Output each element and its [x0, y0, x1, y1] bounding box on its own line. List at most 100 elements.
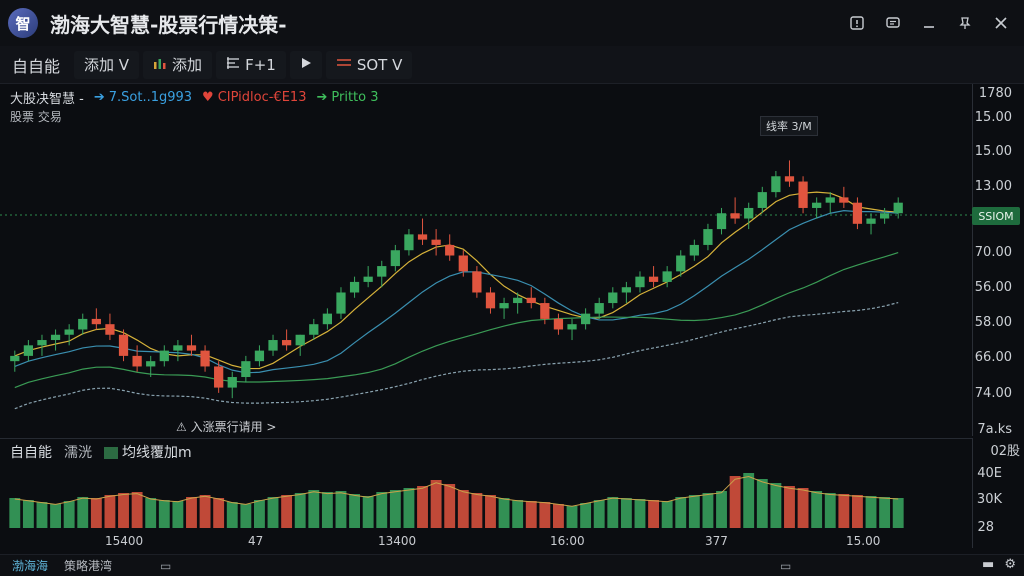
candle[interactable] [132, 345, 142, 372]
volume-bar[interactable] [525, 501, 537, 528]
candle[interactable] [404, 229, 414, 256]
candle[interactable] [23, 340, 34, 362]
volume-bar[interactable] [294, 493, 306, 528]
volume-bar[interactable] [593, 500, 605, 528]
volume-bar[interactable] [824, 493, 836, 528]
price-chart[interactable]: 大股决智慧 - ➔ 7.Sot..1g993 ♥ CIPidloc-€E13 ➔… [0, 84, 1024, 444]
volume-chart[interactable] [0, 462, 972, 532]
price-chart-canvas[interactable] [0, 84, 972, 436]
candle[interactable] [485, 287, 496, 314]
candle[interactable] [159, 345, 169, 367]
candle[interactable] [390, 244, 400, 272]
volume-bar[interactable] [430, 480, 442, 528]
volume-bar[interactable] [335, 491, 347, 528]
volume-bar[interactable] [240, 504, 252, 528]
volume-bar[interactable] [281, 495, 293, 528]
volume-bar[interactable] [552, 504, 564, 528]
volume-bar[interactable] [349, 494, 361, 528]
tool-self-select[interactable]: 自自能 [2, 51, 70, 79]
volume-bar[interactable] [879, 497, 891, 528]
volume-bar[interactable] [688, 495, 700, 528]
candle[interactable] [472, 266, 482, 298]
volume-bar[interactable] [634, 499, 646, 528]
candle[interactable] [37, 334, 47, 356]
candle[interactable] [839, 186, 849, 208]
volume-bar[interactable] [892, 498, 904, 528]
volume-bar[interactable] [145, 498, 157, 528]
candle[interactable] [91, 308, 101, 330]
candle[interactable] [716, 207, 727, 235]
candle[interactable] [526, 287, 536, 309]
pin-icon[interactable] [950, 8, 980, 38]
candle[interactable] [784, 160, 795, 187]
volume-tab-2[interactable]: 濡洸 [64, 442, 92, 462]
volume-bar[interactable] [172, 501, 184, 528]
legend-series-2[interactable]: ♥ CIPidloc-€E13 [202, 90, 306, 105]
candle[interactable] [431, 229, 441, 256]
candle[interactable] [322, 308, 333, 330]
candle[interactable] [567, 318, 577, 341]
volume-bar[interactable] [36, 502, 48, 528]
volume-bar[interactable] [77, 497, 89, 528]
save-icon[interactable]: ▬ [982, 557, 994, 572]
candle[interactable] [825, 192, 835, 214]
volume-bar[interactable] [267, 497, 279, 528]
volume-bar[interactable] [389, 490, 401, 528]
candle[interactable] [798, 176, 808, 214]
candle[interactable] [295, 334, 305, 356]
volume-bar[interactable] [865, 496, 877, 528]
candle[interactable] [689, 239, 699, 261]
candle[interactable] [621, 281, 632, 304]
minimize-icon[interactable] [914, 8, 944, 38]
candle[interactable] [852, 197, 863, 230]
legend-series-3[interactable]: ➔ Pritto 3 [316, 90, 378, 105]
volume-bar[interactable] [417, 486, 428, 528]
volume-bar[interactable] [743, 473, 755, 528]
volume-tab-3[interactable]: 均线覆加m [104, 442, 192, 462]
volume-bar[interactable] [851, 495, 863, 528]
volume-bar[interactable] [580, 503, 592, 528]
volume-bar[interactable] [104, 495, 116, 528]
candle[interactable] [363, 266, 373, 288]
volume-bar[interactable] [118, 493, 129, 528]
candle[interactable] [499, 297, 509, 319]
volume-bar[interactable] [702, 493, 714, 528]
volume-bar[interactable] [729, 476, 741, 528]
volume-bar[interactable] [213, 498, 225, 528]
tool-drawing[interactable]: F+1 [216, 50, 286, 79]
volume-bar[interactable] [308, 490, 320, 528]
candle[interactable] [812, 197, 822, 219]
volume-bar[interactable] [607, 497, 619, 528]
candle[interactable] [200, 345, 210, 372]
volume-bar[interactable] [63, 501, 75, 528]
message-icon[interactable] [878, 8, 908, 38]
volume-bar[interactable] [539, 502, 551, 528]
candle[interactable] [730, 197, 740, 224]
volume-bar[interactable] [186, 497, 197, 528]
volume-bar[interactable] [675, 497, 687, 528]
status-home[interactable]: 渤海海 [12, 557, 48, 574]
candle[interactable] [349, 276, 360, 298]
volume-bar[interactable] [797, 488, 809, 528]
candle[interactable] [866, 213, 876, 235]
candle[interactable] [417, 218, 428, 245]
candle[interactable] [254, 345, 265, 367]
candle[interactable] [227, 371, 237, 399]
alert-icon[interactable] [842, 8, 872, 38]
candle[interactable] [445, 234, 455, 261]
candle[interactable] [771, 170, 781, 198]
volume-bar[interactable] [376, 492, 388, 528]
tool-indicator[interactable]: SOT V [325, 50, 413, 79]
volume-bar[interactable] [811, 491, 823, 528]
status-marker-icon[interactable]: ▭ [780, 559, 791, 573]
volume-bar[interactable] [362, 496, 374, 528]
status-strategy[interactable]: 策略港湾 [64, 557, 112, 574]
candle[interactable] [553, 313, 564, 335]
volume-bar[interactable] [770, 483, 782, 528]
volume-bar[interactable] [716, 491, 727, 528]
volume-bar[interactable] [471, 493, 483, 528]
volume-bar[interactable] [512, 500, 524, 528]
legend-series-1[interactable]: ➔ 7.Sot..1g993 [94, 90, 192, 105]
volume-bar[interactable] [226, 502, 238, 528]
candle[interactable] [281, 329, 292, 351]
